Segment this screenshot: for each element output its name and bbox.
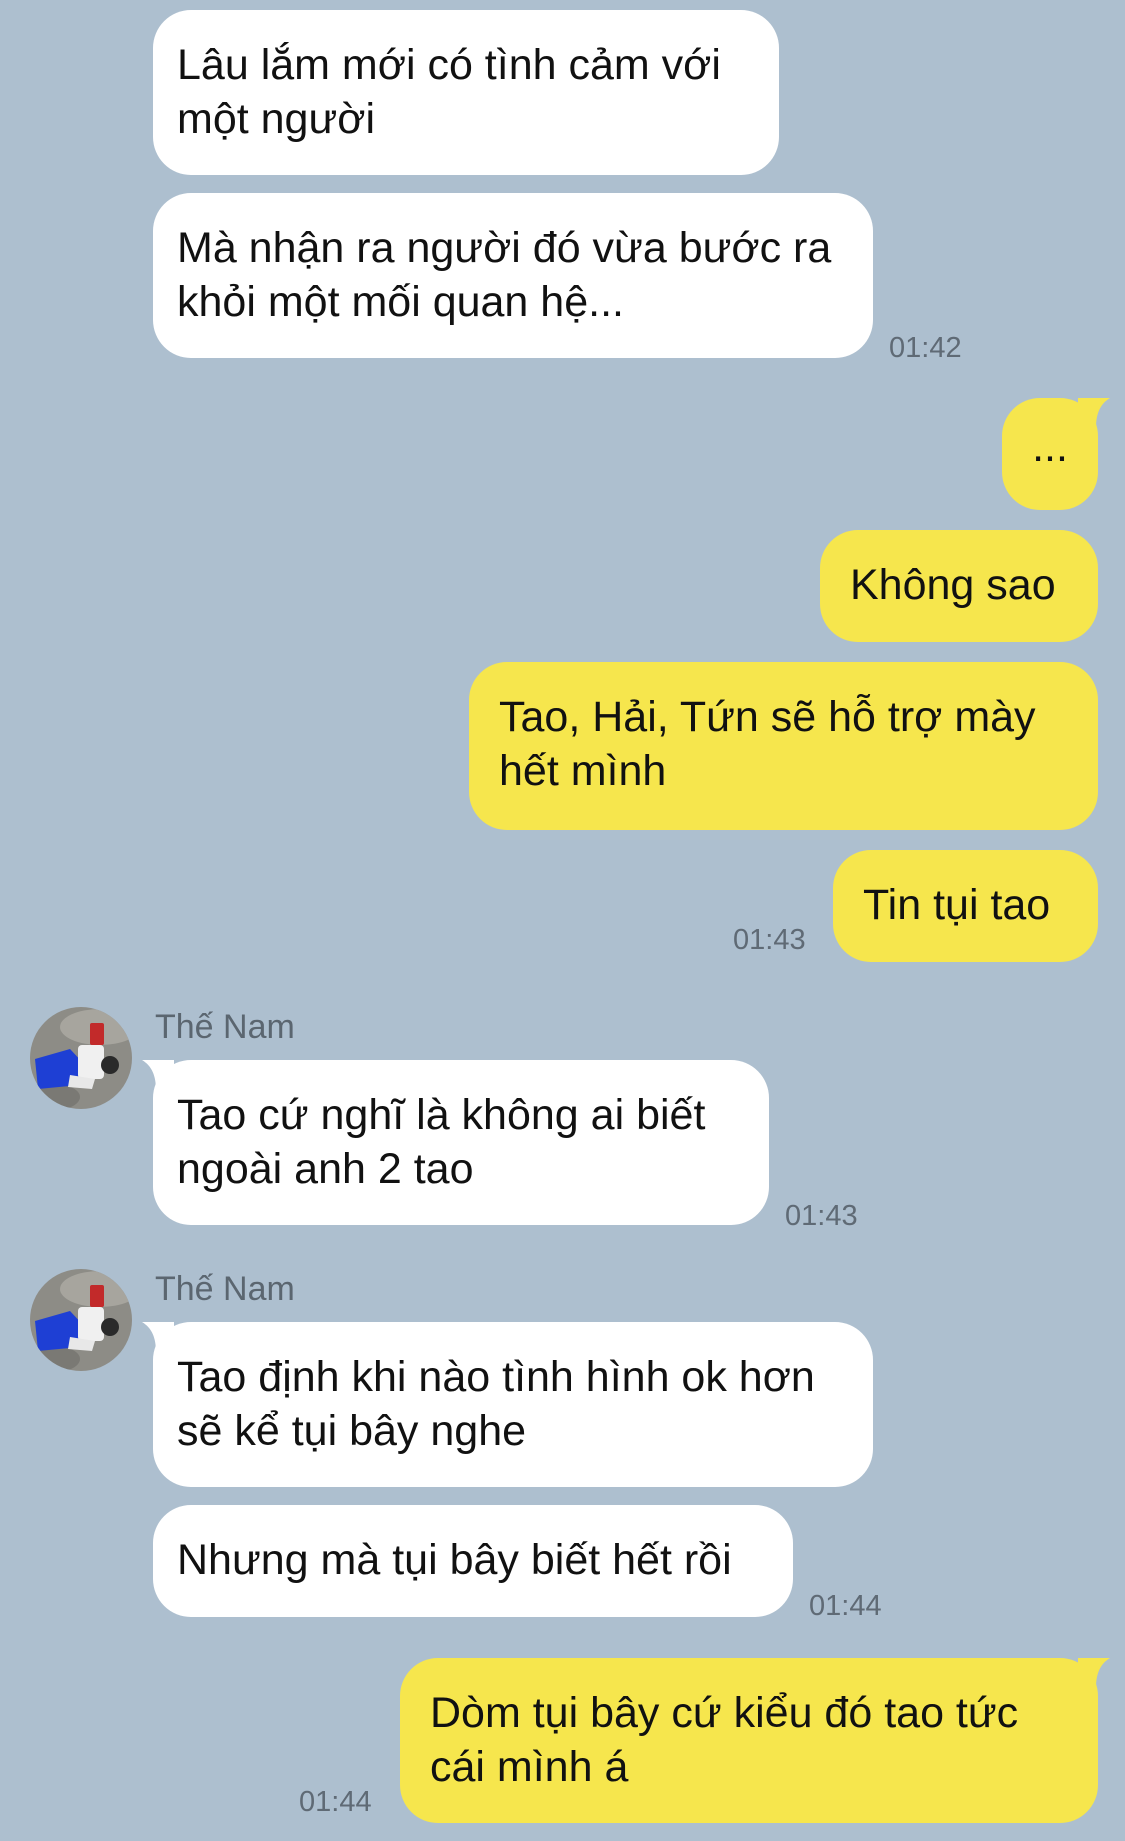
message-timestamp: 01:44	[809, 1590, 882, 1622]
chat-thread[interactable]: Lâu lắm mới có tình cảm với một người Mà…	[0, 0, 1125, 1841]
message-text: Mà nhận ra người đó vừa bước ra khỏi một…	[177, 224, 832, 326]
outgoing-message-bubble[interactable]: Không sao	[820, 530, 1098, 642]
incoming-bubble-tail	[142, 1322, 174, 1352]
message-text: Tao, Hải, Tứn sẽ hỗ trợ mày hết mình	[499, 693, 1036, 795]
avatar[interactable]	[30, 1269, 132, 1371]
message-text: Tao định khi nào tình hình ok hơn sẽ kể …	[177, 1353, 815, 1455]
avatar-photo-icon	[30, 1007, 132, 1109]
incoming-message-bubble[interactable]: Mà nhận ra người đó vừa bước ra khỏi một…	[153, 193, 873, 358]
message-text: ...	[1032, 423, 1068, 471]
message-text: Dòm tụi bây cứ kiểu đó tao tức cái mình …	[430, 1689, 1019, 1791]
outgoing-bubble-tail	[1078, 1658, 1110, 1688]
message-text: Tin tụi tao	[863, 881, 1051, 929]
incoming-message-bubble[interactable]: Nhưng mà tụi bây biết hết rồi	[153, 1505, 793, 1617]
outgoing-message-bubble[interactable]: Dòm tụi bây cứ kiểu đó tao tức cái mình …	[400, 1658, 1098, 1823]
message-timestamp: 01:43	[785, 1200, 858, 1232]
outgoing-bubble-tail	[1078, 398, 1110, 428]
message-text: Không sao	[850, 561, 1056, 609]
incoming-message-bubble[interactable]: Tao định khi nào tình hình ok hơn sẽ kể …	[153, 1322, 873, 1487]
avatar[interactable]	[30, 1007, 132, 1109]
message-text: Nhưng mà tụi bây biết hết rồi	[177, 1536, 732, 1584]
message-timestamp: 01:42	[889, 332, 962, 364]
incoming-message-bubble[interactable]: Lâu lắm mới có tình cảm với một người	[153, 10, 779, 175]
message-text: Lâu lắm mới có tình cảm với một người	[177, 41, 721, 143]
message-text: Tao cứ nghĩ là không ai biết ngoài anh 2…	[177, 1091, 706, 1193]
outgoing-message-bubble[interactable]: Tin tụi tao	[833, 850, 1098, 962]
avatar-photo-icon	[30, 1269, 132, 1371]
sender-name: Thế Nam	[155, 1270, 295, 1308]
outgoing-message-bubble[interactable]: Tao, Hải, Tứn sẽ hỗ trợ mày hết mình	[469, 662, 1098, 830]
sender-name: Thế Nam	[155, 1008, 295, 1046]
message-timestamp: 01:43	[733, 924, 806, 956]
message-timestamp: 01:44	[299, 1786, 372, 1818]
incoming-bubble-tail	[142, 1060, 174, 1090]
incoming-message-bubble[interactable]: Tao cứ nghĩ là không ai biết ngoài anh 2…	[153, 1060, 769, 1225]
